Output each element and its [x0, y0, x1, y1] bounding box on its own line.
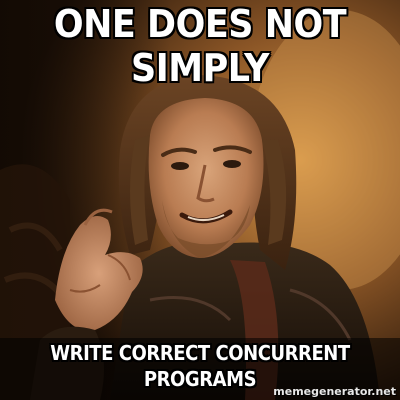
top-caption: ONE DOES NOT SIMPLY — [16, 1, 384, 91]
bottom-caption-line-1: WRITE CORRECT CONCURRENT — [50, 340, 351, 366]
meme-image: ONE DOES NOT SIMPLY WRITE CORRECT CONCUR… — [0, 0, 400, 400]
watermark: memegenerator.net — [273, 385, 396, 398]
top-caption-line-2: SIMPLY — [130, 45, 270, 91]
top-caption-line-1: ONE DOES NOT — [53, 1, 347, 47]
